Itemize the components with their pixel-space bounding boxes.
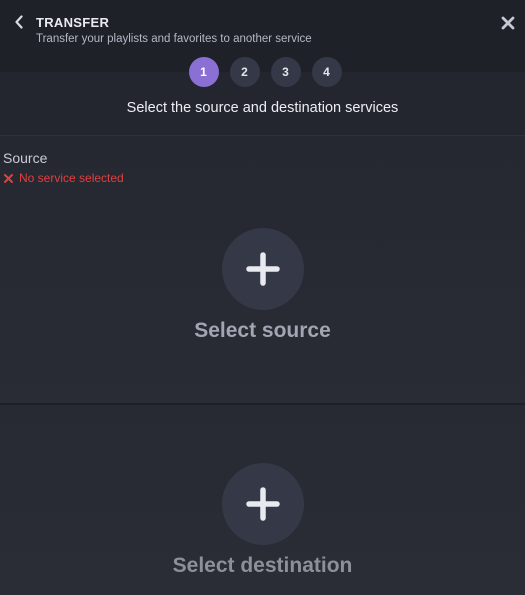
destination-panel: Select destination	[0, 405, 525, 595]
transfer-dialog: TRANSFER Transfer your playlists and fav…	[0, 0, 525, 595]
plus-icon	[246, 487, 280, 521]
back-button[interactable]	[10, 12, 28, 32]
source-status-text: No service selected	[19, 171, 124, 185]
add-destination-button[interactable]	[222, 463, 304, 545]
step-3[interactable]: 3	[270, 57, 301, 87]
step-4[interactable]: 4	[311, 57, 342, 87]
page-title: TRANSFER	[36, 15, 110, 30]
step-2[interactable]: 2	[229, 57, 260, 87]
step-indicator: 1 2 3 4	[0, 57, 525, 87]
source-status: No service selected	[4, 171, 124, 185]
add-source-button[interactable]	[222, 228, 304, 310]
select-destination-button[interactable]: Select destination	[0, 554, 525, 578]
source-panel: Source No service selected Select source	[0, 136, 525, 404]
plus-icon	[246, 252, 280, 286]
error-x-icon	[4, 173, 13, 183]
close-button[interactable]	[499, 14, 517, 32]
close-icon	[501, 16, 515, 30]
page-subtitle: Transfer your playlists and favorites to…	[36, 33, 312, 45]
chevron-left-icon	[15, 15, 23, 29]
select-source-button[interactable]: Select source	[0, 319, 525, 343]
source-label: Source	[3, 150, 48, 166]
step-1[interactable]: 1	[188, 57, 219, 87]
instruction-text: Select the source and destination servic…	[126, 100, 399, 116]
